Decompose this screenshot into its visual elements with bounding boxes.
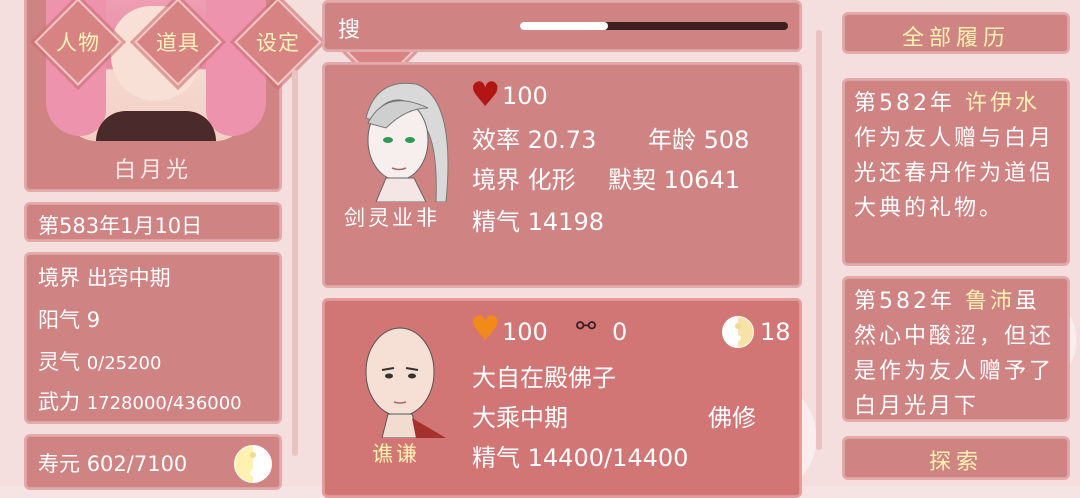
history-text: 作为友人赠与白月光还春丹作为道侣大典的礼物。 — [854, 126, 1055, 221]
power-value: 1728000/436000 — [86, 393, 242, 414]
dao-value: 18 — [760, 318, 791, 346]
nav-character-label: 人物 — [56, 31, 100, 55]
slider[interactable] — [520, 22, 788, 30]
realm-value: 化形 — [527, 166, 576, 194]
yinyang-icon[interactable] — [234, 445, 272, 483]
nav-character-button[interactable]: 人物 — [34, 0, 122, 86]
lifespan-value: 602/7100 — [86, 452, 188, 476]
yang-row: 阳气 9 — [38, 304, 100, 334]
date-panel: 第583年1月10日 — [24, 202, 282, 242]
lifespan-panel: 寿元 602/7100 — [24, 434, 282, 490]
history-entry: 第582年 许伊水作为友人赠与白月光还春丹作为道侣大典的礼物。 — [842, 78, 1070, 266]
history-entry-text: 第582年 鲁沛虽然心中酸涩，但还是作为友人赠予了白月光月下 — [854, 284, 1058, 420]
character-card[interactable]: 剑灵业非 ♥ 100 效率 20.73 年龄 508 境界 化形 默契 1064… — [322, 62, 802, 288]
essence-value: 14400/14400 — [527, 444, 689, 472]
player-stats-panel: 境界 出窍中期 阳气 9 灵气 0/25200 武力 1728000/43600… — [24, 252, 282, 424]
spirit-value: 0/25200 — [86, 353, 162, 374]
bond-row: 默契 10641 — [608, 160, 740, 195]
efficiency-row: 效率 20.73 — [472, 120, 596, 155]
spirit-row: 灵气 0/25200 — [38, 346, 161, 376]
history-year: 第582年 — [854, 289, 955, 314]
history-entry: 第582年 鲁沛虽然心中酸涩，但还是作为友人赠予了白月光月下 — [842, 276, 1070, 422]
realm-value: 出窍中期 — [86, 266, 171, 290]
age-row: 年龄 508 — [648, 120, 749, 155]
middle-scrollbar[interactable] — [816, 30, 822, 450]
nav-items-button[interactable]: 道具 — [134, 0, 222, 86]
history-year: 第582年 — [854, 91, 955, 116]
history-actor: 鲁沛 — [965, 289, 1016, 314]
history-entry-text: 第582年 许伊水作为友人赠与白月光还春丹作为道侣大典的礼物。 — [854, 86, 1058, 226]
power-row: 武力 1728000/436000 — [38, 386, 242, 416]
nav-settings-button[interactable]: 设定 — [234, 0, 322, 86]
cultivation-path: 佛修 — [708, 404, 756, 432]
spirit-label: 灵气 — [38, 350, 80, 374]
search-label: 搜 — [338, 18, 361, 43]
game-date: 第583年1月10日 — [38, 214, 203, 238]
all-history-label: 全部履历 — [901, 26, 1010, 51]
realm-label: 境界 — [38, 266, 80, 290]
character-portrait — [365, 327, 446, 438]
character-card[interactable]: 谯谦 ♥ 100 ⚯ 0 18 大自在殿佛子 大乘中期 佛修 精气 14400/… — [322, 298, 802, 498]
bond-label: 默契 — [608, 166, 656, 194]
lifespan-label: 寿元 — [38, 452, 80, 476]
explore-label: 探索 — [928, 450, 983, 475]
heart-icon: ♥ — [470, 309, 501, 349]
yang-label: 阳气 — [38, 308, 80, 332]
handcuffs-icon: ⚯ — [576, 312, 597, 340]
character-title: 大自在殿佛子 — [472, 364, 616, 392]
character-portrait — [365, 82, 449, 202]
slider-fill — [520, 22, 609, 30]
cuff-count: 0 — [612, 318, 628, 346]
age-label: 年龄 — [648, 126, 696, 154]
bond-value: 10641 — [663, 166, 740, 194]
essence-value: 14198 — [527, 208, 604, 236]
realm-label: 境界 — [472, 166, 520, 194]
yinyang-icon — [722, 316, 754, 348]
essence-label: 精气 — [472, 444, 520, 472]
lifespan-row: 寿元 602/7100 — [38, 448, 187, 478]
player-name: 白月光 — [113, 158, 192, 183]
affection-value: 100 — [502, 82, 548, 110]
nav-items-label: 道具 — [156, 31, 200, 55]
essence-row: 精气 14198 — [472, 202, 604, 237]
efficiency-value: 20.73 — [527, 126, 597, 154]
age-value: 508 — [703, 126, 750, 154]
yang-value: 9 — [86, 308, 101, 332]
character-name: 谯谦 — [372, 442, 420, 466]
explore-button[interactable]: 探索 — [842, 436, 1070, 480]
left-scrollbar[interactable] — [292, 70, 298, 456]
realm-value: 大乘中期 — [472, 404, 568, 432]
search-bar-panel: 搜 — [322, 0, 802, 52]
nav-settings-label: 设定 — [256, 31, 300, 55]
history-actor: 许伊水 — [965, 91, 1041, 116]
essence-label: 精气 — [472, 208, 520, 236]
realm-row: 境界 出窍中期 — [38, 262, 171, 292]
realm-row: 境界 化形 — [472, 160, 576, 195]
affection-value: 100 — [502, 318, 548, 346]
power-label: 武力 — [38, 390, 80, 414]
character-name: 剑灵业非 — [344, 206, 440, 230]
essence-row: 精气 14400/14400 — [472, 438, 688, 473]
all-history-button[interactable]: 全部履历 — [842, 12, 1070, 54]
heart-icon: ♥ — [470, 75, 501, 115]
efficiency-label: 效率 — [472, 126, 520, 154]
